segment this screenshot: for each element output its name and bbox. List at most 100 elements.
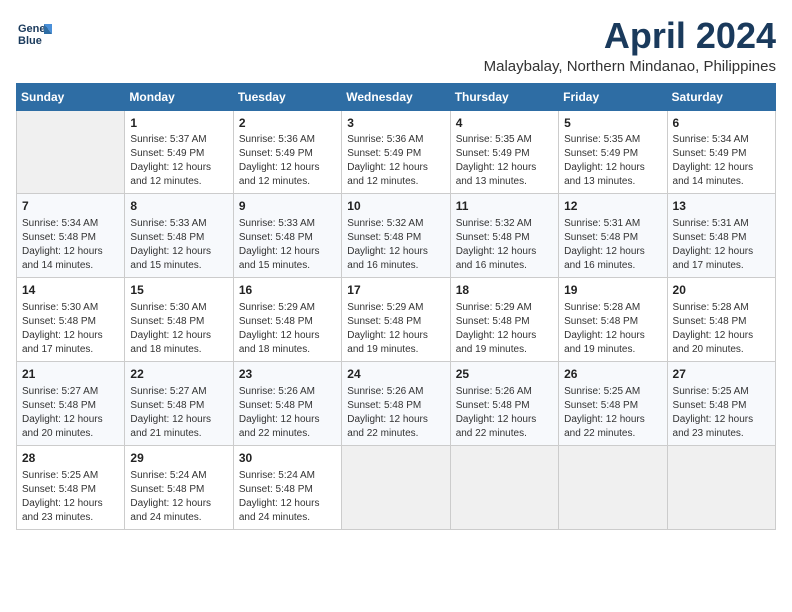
location-title: Malaybalay, Northern Mindanao, Philippin… xyxy=(484,58,776,75)
weekday-header: Sunday xyxy=(17,83,125,110)
day-number: 5 xyxy=(564,115,661,132)
day-number: 28 xyxy=(22,450,119,467)
day-info: Sunrise: 5:33 AMSunset: 5:48 PMDaylight:… xyxy=(130,217,227,273)
calendar-week-row: 1Sunrise: 5:37 AMSunset: 5:49 PMDaylight… xyxy=(17,110,776,194)
day-number: 4 xyxy=(456,115,553,132)
title-block: April 2024 Malaybalay, Northern Mindanao… xyxy=(484,16,776,75)
calendar-cell: 16 Sunrise: 5:29 AMSunset: 5:48 PMDayligh… xyxy=(233,278,341,362)
calendar-cell: 3Sunrise: 5:36 AMSunset: 5:49 PMDaylight… xyxy=(342,110,450,194)
day-number: 1 xyxy=(130,115,227,132)
calendar-week-row: 7Sunrise: 5:34 AMSunset: 5:48 PMDaylight… xyxy=(17,194,776,278)
calendar-cell: 23 Sunrise: 5:26 AMSunset: 5:48 PMDayligh… xyxy=(233,361,341,445)
calendar-cell xyxy=(17,110,125,194)
weekday-header: Friday xyxy=(559,83,667,110)
day-info: Sunrise: 5:29 AMSunset: 5:48 PMDaylight:… xyxy=(456,301,553,357)
calendar-cell: 13 Sunrise: 5:31 AMSunset: 5:48 PMDayligh… xyxy=(667,194,775,278)
day-number: 9 xyxy=(239,198,336,215)
day-info: Sunrise: 5:34 AMSunset: 5:48 PMDaylight:… xyxy=(22,217,119,273)
calendar-cell: 22Sunrise: 5:27 AMSunset: 5:48 PMDayligh… xyxy=(125,361,233,445)
day-number: 24 xyxy=(347,366,444,383)
calendar-cell: 2Sunrise: 5:36 AMSunset: 5:49 PMDaylight… xyxy=(233,110,341,194)
calendar-cell: 5Sunrise: 5:35 AMSunset: 5:49 PMDaylight… xyxy=(559,110,667,194)
day-number: 10 xyxy=(347,198,444,215)
day-number: 27 xyxy=(673,366,770,383)
calendar-cell: 17Sunrise: 5:29 AMSunset: 5:48 PMDayligh… xyxy=(342,278,450,362)
calendar-cell: 25 Sunrise: 5:26 AMSunset: 5:48 PMDayligh… xyxy=(450,361,558,445)
day-info: Sunrise: 5:24 AMSunset: 5:48 PMDaylight:… xyxy=(130,469,227,525)
day-number: 14 xyxy=(22,282,119,299)
calendar-cell xyxy=(342,445,450,529)
day-number: 8 xyxy=(130,198,227,215)
calendar-cell: 19 Sunrise: 5:28 AMSunset: 5:48 PMDayligh… xyxy=(559,278,667,362)
day-info: Sunrise: 5:35 AMSunset: 5:49 PMDaylight:… xyxy=(564,133,661,189)
day-info: Sunrise: 5:32 AMSunset: 5:48 PMDaylight:… xyxy=(456,217,553,273)
calendar-cell: 27 Sunrise: 5:25 AMSunset: 5:48 PMDayligh… xyxy=(667,361,775,445)
calendar-cell: 30 Sunrise: 5:24 AMSunset: 5:48 PMDayligh… xyxy=(233,445,341,529)
calendar-week-row: 14 Sunrise: 5:30 AMSunset: 5:48 PMDayligh… xyxy=(17,278,776,362)
day-number: 13 xyxy=(673,198,770,215)
calendar-cell: 18Sunrise: 5:29 AMSunset: 5:48 PMDayligh… xyxy=(450,278,558,362)
day-number: 25 xyxy=(456,366,553,383)
calendar-cell: 26 Sunrise: 5:25 AMSunset: 5:48 PMDayligh… xyxy=(559,361,667,445)
day-info: Sunrise: 5:26 AMSunset: 5:48 PMDaylight:… xyxy=(239,385,336,441)
calendar-week-row: 28Sunrise: 5:25 AMSunset: 5:48 PMDayligh… xyxy=(17,445,776,529)
day-number: 6 xyxy=(673,115,770,132)
day-info: Sunrise: 5:33 AMSunset: 5:48 PMDaylight:… xyxy=(239,217,336,273)
day-info: Sunrise: 5:32 AMSunset: 5:48 PMDaylight:… xyxy=(347,217,444,273)
day-info: Sunrise: 5:29 AMSunset: 5:48 PMDaylight:… xyxy=(347,301,444,357)
day-number: 20 xyxy=(673,282,770,299)
day-info: Sunrise: 5:30 AMSunset: 5:48 PMDaylight:… xyxy=(22,301,119,357)
calendar-cell: 6Sunrise: 5:34 AMSunset: 5:49 PMDaylight… xyxy=(667,110,775,194)
logo-icon: General Blue xyxy=(16,16,52,52)
calendar-cell: 7Sunrise: 5:34 AMSunset: 5:48 PMDaylight… xyxy=(17,194,125,278)
calendar-cell: 8 Sunrise: 5:33 AMSunset: 5:48 PMDaylight… xyxy=(125,194,233,278)
day-info: Sunrise: 5:28 AMSunset: 5:48 PMDaylight:… xyxy=(564,301,661,357)
day-number: 16 xyxy=(239,282,336,299)
day-number: 11 xyxy=(456,198,553,215)
calendar-cell: 14 Sunrise: 5:30 AMSunset: 5:48 PMDayligh… xyxy=(17,278,125,362)
month-title: April 2024 xyxy=(484,16,776,56)
weekday-header: Wednesday xyxy=(342,83,450,110)
weekday-header: Monday xyxy=(125,83,233,110)
day-number: 12 xyxy=(564,198,661,215)
calendar-table: SundayMondayTuesdayWednesdayThursdayFrid… xyxy=(16,83,776,530)
calendar-cell xyxy=(450,445,558,529)
day-number: 30 xyxy=(239,450,336,467)
day-info: Sunrise: 5:29 AMSunset: 5:48 PMDaylight:… xyxy=(239,301,336,357)
calendar-cell: 4Sunrise: 5:35 AMSunset: 5:49 PMDaylight… xyxy=(450,110,558,194)
calendar-cell xyxy=(667,445,775,529)
calendar-cell: 15 Sunrise: 5:30 AMSunset: 5:48 PMDayligh… xyxy=(125,278,233,362)
day-info: Sunrise: 5:34 AMSunset: 5:49 PMDaylight:… xyxy=(673,133,770,189)
day-number: 19 xyxy=(564,282,661,299)
day-info: Sunrise: 5:24 AMSunset: 5:48 PMDaylight:… xyxy=(239,469,336,525)
day-info: Sunrise: 5:26 AMSunset: 5:48 PMDaylight:… xyxy=(456,385,553,441)
calendar-cell: 9 Sunrise: 5:33 AMSunset: 5:48 PMDaylight… xyxy=(233,194,341,278)
svg-text:Blue: Blue xyxy=(18,35,42,47)
calendar-cell: 20Sunrise: 5:28 AMSunset: 5:48 PMDayligh… xyxy=(667,278,775,362)
day-info: Sunrise: 5:37 AMSunset: 5:49 PMDaylight:… xyxy=(130,133,227,189)
day-number: 15 xyxy=(130,282,227,299)
day-number: 26 xyxy=(564,366,661,383)
day-number: 23 xyxy=(239,366,336,383)
day-info: Sunrise: 5:25 AMSunset: 5:48 PMDaylight:… xyxy=(673,385,770,441)
day-info: Sunrise: 5:36 AMSunset: 5:49 PMDaylight:… xyxy=(239,133,336,189)
day-info: Sunrise: 5:35 AMSunset: 5:49 PMDaylight:… xyxy=(456,133,553,189)
calendar-cell: 10 Sunrise: 5:32 AMSunset: 5:48 PMDayligh… xyxy=(342,194,450,278)
weekday-header: Saturday xyxy=(667,83,775,110)
day-info: Sunrise: 5:26 AMSunset: 5:48 PMDaylight:… xyxy=(347,385,444,441)
day-info: Sunrise: 5:27 AMSunset: 5:48 PMDaylight:… xyxy=(22,385,119,441)
day-number: 3 xyxy=(347,115,444,132)
weekday-header: Thursday xyxy=(450,83,558,110)
calendar-cell xyxy=(559,445,667,529)
weekday-header: Tuesday xyxy=(233,83,341,110)
calendar-cell: 24 Sunrise: 5:26 AMSunset: 5:48 PMDayligh… xyxy=(342,361,450,445)
logo: General Blue xyxy=(16,16,52,52)
calendar-cell: 29 Sunrise: 5:24 AMSunset: 5:48 PMDayligh… xyxy=(125,445,233,529)
calendar-cell: 1Sunrise: 5:37 AMSunset: 5:49 PMDaylight… xyxy=(125,110,233,194)
day-info: Sunrise: 5:27 AMSunset: 5:48 PMDaylight:… xyxy=(130,385,227,441)
day-info: Sunrise: 5:30 AMSunset: 5:48 PMDaylight:… xyxy=(130,301,227,357)
day-info: Sunrise: 5:31 AMSunset: 5:48 PMDaylight:… xyxy=(673,217,770,273)
day-info: Sunrise: 5:31 AMSunset: 5:48 PMDaylight:… xyxy=(564,217,661,273)
day-info: Sunrise: 5:25 AMSunset: 5:48 PMDaylight:… xyxy=(564,385,661,441)
day-number: 29 xyxy=(130,450,227,467)
